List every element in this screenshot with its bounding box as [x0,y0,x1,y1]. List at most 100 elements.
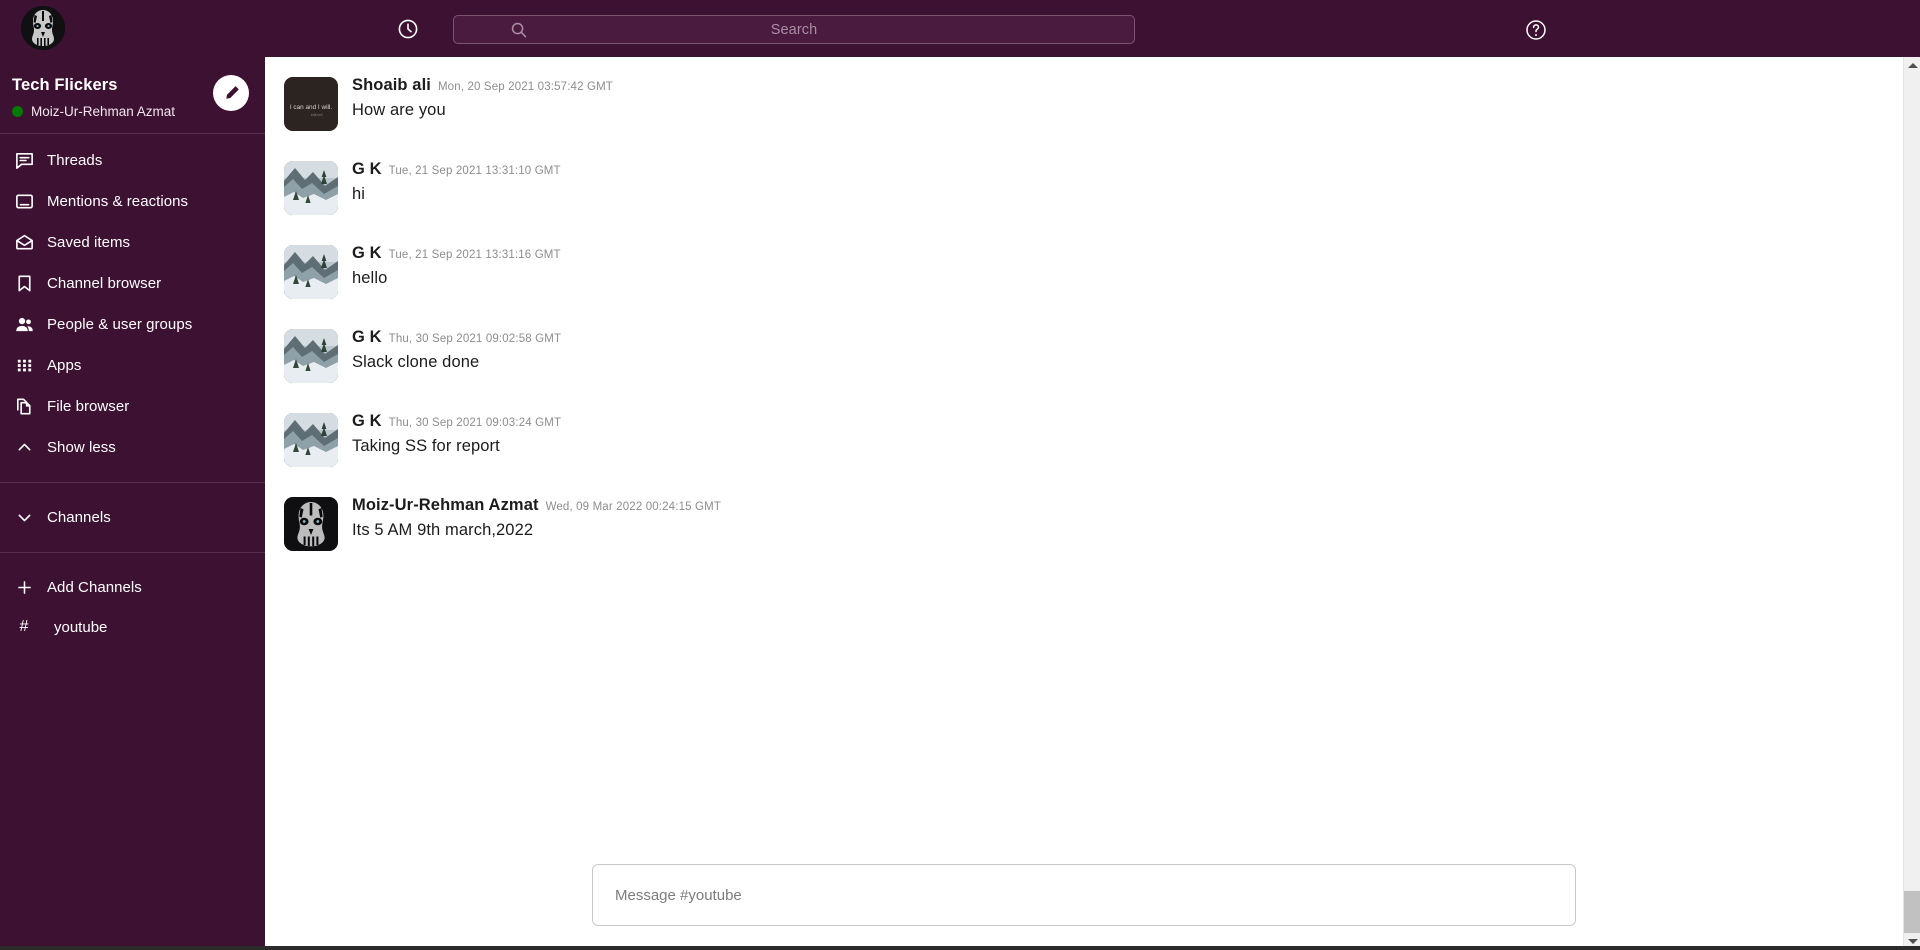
message-author: G K [352,412,382,430]
sidebar-item-channel-browser[interactable]: Channel browser [0,263,265,304]
hash-icon: # [19,618,29,635]
threads-icon [13,150,35,172]
channels-section-header[interactable]: Channels [0,497,265,538]
message-body: Shoaib ali Mon, 20 Sep 2021 03:57:42 GMT… [338,75,613,120]
message-meta: Moiz-Ur-Rehman Azmat Wed, 09 Mar 2022 00… [352,496,721,515]
avatar[interactable] [284,497,338,551]
message-text: How are you [352,101,446,119]
search-input[interactable]: Search [454,22,1134,38]
svg-text:I can and I will.: I can and I will. [290,104,332,111]
snowy-mountain-avatar-icon [284,161,338,215]
scrollbar-thumb[interactable] [1904,891,1920,933]
mentions-icon [13,191,35,213]
sidebar-item-label: People & user groups [47,316,193,333]
avatar[interactable] [284,245,338,299]
sidebar-nav: Threads Mentions & reactions Saved items… [0,134,265,468]
message-author: Moiz-Ur-Rehman Azmat [352,496,539,514]
sidebar-channel-youtube[interactable]: # youtube [0,607,265,647]
add-channels-button[interactable]: Add Channels [0,567,265,607]
chevron-down-icon [1907,939,1918,944]
message-item: G K Thu, 30 Sep 2021 09:03:24 GMT Taking… [265,402,1903,486]
sidebar-item-people-user-groups[interactable]: People & user groups [0,304,265,345]
message-meta: G K Thu, 30 Sep 2021 09:03:24 GMT [352,412,561,431]
message-text: hello [352,269,388,287]
message-meta: G K Tue, 21 Sep 2021 13:31:16 GMT [352,244,561,263]
sidebar-item-saved-items[interactable]: Saved items [0,222,265,263]
files-icon [13,396,35,418]
svg-text:edit me!: edit me! [311,113,323,117]
help-circle-icon [1526,20,1546,40]
window-bottom-edge [0,946,1920,950]
sidebar-item-file-browser[interactable]: File browser [0,386,265,427]
message-input[interactable]: Message #youtube [592,864,1576,926]
history-button[interactable] [395,16,421,42]
sidebar-item-mentions-reactions[interactable]: Mentions & reactions [0,181,265,222]
message-text: Taking SS for report [352,437,500,455]
compose-button[interactable] [213,75,249,111]
search-icon [511,22,527,38]
message-timestamp: Thu, 30 Sep 2021 09:02:58 GMT [388,333,562,345]
help-button[interactable] [1524,18,1548,42]
scroll-up-button[interactable] [1904,57,1920,74]
chevron-down-icon [13,507,35,529]
pencil-compose-icon [225,85,239,99]
message-body: Moiz-Ur-Rehman Azmat Wed, 09 Mar 2022 00… [338,495,721,540]
top-bar: Search [0,0,1920,57]
message-author: G K [352,160,382,178]
message-timestamp: Wed, 09 Mar 2022 00:24:15 GMT [545,501,722,513]
slack-clone-app: Search Tech Flickers Moiz-Ur-Rehman Azma… [0,0,1920,950]
main-content: I can and I will. edit me! Shoaib ali Mo… [265,57,1920,950]
message-author: Shoaib ali [352,76,431,94]
current-user-name: Moiz-Ur-Rehman Azmat [31,104,176,119]
snowy-mountain-avatar-icon [284,413,338,467]
chevron-up-icon [1907,63,1918,68]
channels-section-label: Channels [47,509,111,526]
avatar[interactable] [284,413,338,467]
add-channels-label: Add Channels [47,578,142,596]
channel-name: youtube [54,618,108,636]
message-list: I can and I will. edit me! Shoaib ali Mo… [265,57,1903,570]
quote-card-avatar-icon: I can and I will. edit me! [284,77,338,131]
message-timestamp: Mon, 20 Sep 2021 03:57:42 GMT [437,81,613,93]
message-item: G K Thu, 30 Sep 2021 09:02:58 GMT Slack … [265,318,1903,402]
message-meta: G K Tue, 21 Sep 2021 13:31:10 GMT [352,160,561,179]
plus-icon [13,576,35,598]
avatar[interactable]: I can and I will. edit me! [284,77,338,131]
composer-container: Message #youtube [265,864,1903,926]
avatar[interactable] [284,161,338,215]
message-scroll-area: I can and I will. edit me! Shoaib ali Mo… [265,57,1903,950]
message-body: G K Tue, 21 Sep 2021 13:31:16 GMT hello [338,243,561,288]
sidebar-item-apps[interactable]: Apps [0,345,265,386]
message-body: G K Tue, 21 Sep 2021 13:31:10 GMT hi [338,159,561,204]
people-icon [13,314,35,336]
snowy-mountain-avatar-icon [284,245,338,299]
sidebar-item-label: Apps [47,357,82,374]
snowy-mountain-avatar-icon [284,329,338,383]
sidebar-item-label: Threads [47,152,103,169]
avatar[interactable] [21,6,65,50]
vertical-scrollbar[interactable] [1903,57,1920,950]
search-bar[interactable]: Search [453,15,1135,44]
message-item: Moiz-Ur-Rehman Azmat Wed, 09 Mar 2022 00… [265,486,1903,570]
avatar[interactable] [284,329,338,383]
message-item: I can and I will. edit me! Shoaib ali Mo… [265,66,1903,150]
sidebar: Tech Flickers Moiz-Ur-Rehman Azmat Threa… [0,57,265,950]
sidebar-item-threads[interactable]: Threads [0,140,265,181]
message-timestamp: Tue, 21 Sep 2021 13:31:16 GMT [388,249,561,261]
sidebar-item-show-less[interactable]: Show less [0,427,265,468]
sidebar-item-label: Saved items [47,234,131,251]
bookmark-icon [13,273,35,295]
message-item: G K Tue, 21 Sep 2021 13:31:10 GMT hi [265,150,1903,234]
message-text: Slack clone done [352,353,480,371]
message-body: G K Thu, 30 Sep 2021 09:03:24 GMT Taking… [338,411,561,456]
workspace-header: Tech Flickers Moiz-Ur-Rehman Azmat [0,57,265,133]
sidebar-item-label: Channel browser [47,275,162,292]
sidebar-item-label: Mentions & reactions [47,193,189,210]
sidebar-item-label: File browser [47,398,130,415]
clock-history-icon [398,19,418,39]
message-meta: Shoaib ali Mon, 20 Sep 2021 03:57:42 GMT [352,76,613,95]
apps-grid-icon [13,355,35,377]
